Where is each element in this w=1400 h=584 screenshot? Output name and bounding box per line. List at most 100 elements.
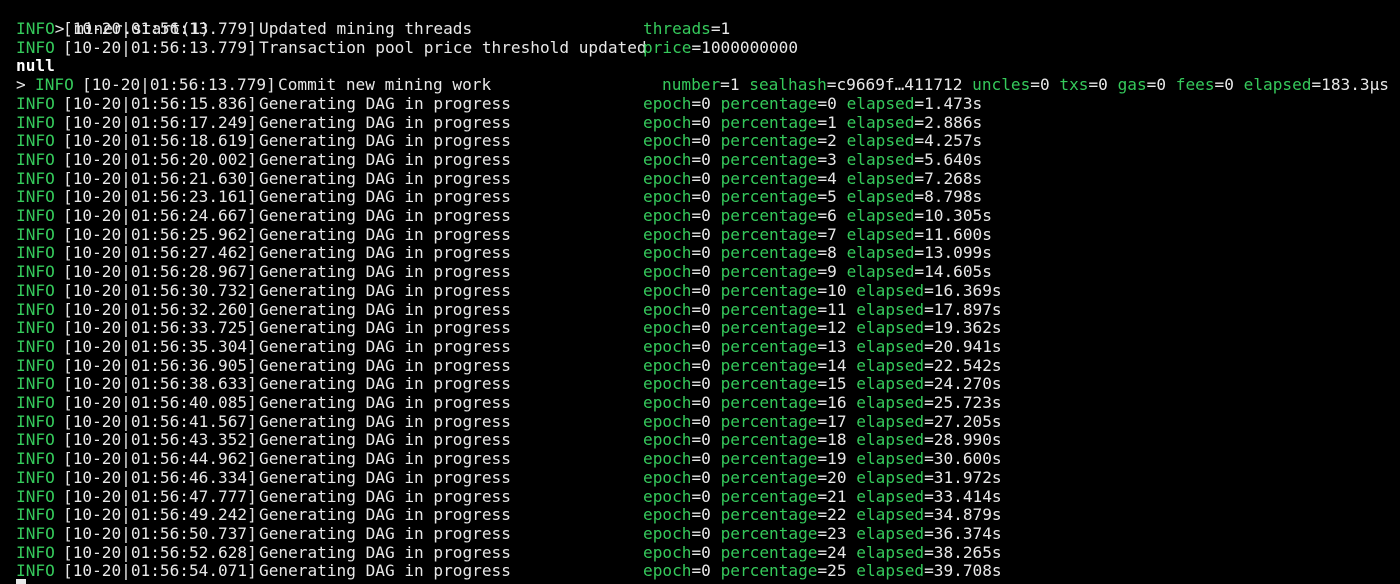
log-message: Generating DAG in progress [259, 150, 511, 169]
log-timestamp: [10-20|01:56:24.667] [63, 206, 257, 225]
field-value: 0 [701, 523, 711, 543]
log-level: INFO [16, 187, 55, 206]
log-level-text: INFO [16, 168, 55, 188]
field-key: epoch [643, 449, 692, 469]
message-text: Generating DAG in progress [259, 505, 511, 525]
message-text: Generating DAG in progress [259, 149, 511, 169]
log-level-text: INFO [16, 505, 55, 525]
field-equals: = [691, 93, 702, 113]
field-key: percentage [720, 467, 818, 487]
field-equals: = [914, 224, 925, 244]
field-value: 0 [701, 336, 711, 356]
log-fields: threads=1 [643, 19, 730, 38]
message-text: Generating DAG in progress [259, 523, 511, 543]
message-text: Generating DAG in progress [259, 318, 511, 338]
field-key: percentage [720, 187, 818, 207]
log-timestamp: [10-20|01:56:17.249] [63, 113, 257, 132]
field-key: number [662, 75, 721, 95]
message-text: Generating DAG in progress [259, 355, 511, 375]
field-value: 19.362s [933, 318, 1002, 338]
message-text: Generating DAG in progress [259, 430, 511, 450]
field-key: percentage [720, 224, 818, 244]
field-value: 8 [827, 243, 837, 263]
result-text: null [16, 56, 55, 76]
field-value: 39.708s [933, 561, 1002, 581]
log-fields: epoch=0 percentage=10 elapsed=16.369s [643, 281, 1002, 300]
timestamp-text: [10-20|01:56:30.732] [63, 280, 257, 300]
log-timestamp: [10-20|01:56:36.905] [63, 356, 257, 375]
field-key: elapsed [856, 280, 925, 300]
field-value: 22.542s [933, 355, 1002, 375]
field-equals: = [1030, 75, 1040, 95]
message-text: Generating DAG in progress [259, 112, 511, 132]
log-fields: epoch=0 percentage=19 elapsed=30.600s [643, 449, 1002, 468]
field-equals: = [691, 131, 702, 151]
field-equals: = [817, 449, 828, 469]
field-value: 0 [701, 430, 711, 450]
message-text: Generating DAG in progress [259, 243, 511, 263]
field-value: 14 [827, 355, 847, 375]
field-key: epoch [643, 112, 692, 132]
log-level: INFO [16, 281, 55, 300]
field-key: elapsed [856, 318, 925, 338]
log-level: INFO [16, 430, 55, 449]
field-key: elapsed [846, 243, 915, 263]
field-value: 0 [701, 224, 711, 244]
field-key: percentage [720, 561, 818, 581]
log-fields: epoch=0 percentage=8 elapsed=13.099s [643, 243, 992, 262]
log-timestamp: [10-20|01:56:21.630] [63, 169, 257, 188]
command-line: > miner.start(1) [16, 0, 210, 38]
timestamp-text: [10-20|01:56:35.304] [63, 336, 257, 356]
log-fields: epoch=0 percentage=16 elapsed=25.723s [643, 393, 1002, 412]
field-value: 21 [827, 486, 847, 506]
log-timestamp: [10-20|01:56:47.777] [63, 487, 257, 506]
log-message: Generating DAG in progress [259, 561, 511, 580]
log-fields: epoch=0 percentage=3 elapsed=5.640s [643, 150, 982, 169]
log-message: Generating DAG in progress [259, 131, 511, 150]
field-value: 0 [701, 449, 711, 469]
log-level: INFO [16, 356, 55, 375]
message-text: Updated mining threads [259, 19, 473, 38]
field-value: 36.374s [933, 523, 1002, 543]
field-key: sealhash [749, 75, 827, 95]
timestamp-text: [10-20|01:56:43.352] [63, 430, 257, 450]
field-key: epoch [643, 149, 692, 169]
field-value: 0 [701, 467, 711, 487]
log-level-text: INFO [16, 542, 55, 562]
field-equals: = [924, 318, 934, 338]
log-message: Commit new mining work [278, 75, 491, 94]
field-value: 1 [720, 19, 731, 38]
log-message: Updated mining threads [259, 19, 472, 38]
field-equals: = [914, 168, 925, 188]
field-equals: = [817, 206, 828, 225]
field-equals: = [691, 355, 702, 375]
field-equals: = [924, 299, 934, 319]
field-equals: = [817, 374, 828, 394]
message-text: Generating DAG in progress [259, 486, 511, 506]
field-equals: = [1146, 75, 1157, 95]
terminal-window[interactable]: > miner.start(1) INFO [10-20|01:56:13.779… [0, 0, 1400, 584]
log-timestamp: [10-20|01:56:13.779] [63, 19, 257, 38]
field-equals: = [817, 299, 828, 319]
field-value: 1000000000 [701, 37, 799, 57]
field-value: 1.473s [924, 93, 983, 113]
log-level-text: INFO [16, 430, 55, 450]
log-level-text: INFO [16, 411, 55, 431]
field-key: epoch [643, 561, 692, 581]
message-text: Generating DAG in progress [259, 280, 511, 300]
field-value: 19 [827, 449, 847, 469]
log-fields: epoch=0 percentage=20 elapsed=31.972s [643, 468, 1002, 487]
field-value: 0 [701, 262, 711, 282]
message-text: Generating DAG in progress [259, 187, 511, 207]
field-value: 24.270s [933, 374, 1002, 394]
field-value: 8.798s [924, 187, 983, 207]
log-timestamp: [10-20|01:56:18.619] [63, 131, 257, 150]
log-timestamp: [10-20|01:56:41.567] [63, 412, 257, 431]
field-value: 20 [827, 467, 847, 487]
log-timestamp: [10-20|01:56:50.737] [63, 524, 257, 543]
field-equals: = [924, 393, 934, 412]
field-equals: = [691, 523, 702, 543]
field-key: percentage [720, 112, 818, 132]
field-key: gas [1117, 75, 1147, 95]
prompt-symbol: > [16, 75, 26, 95]
